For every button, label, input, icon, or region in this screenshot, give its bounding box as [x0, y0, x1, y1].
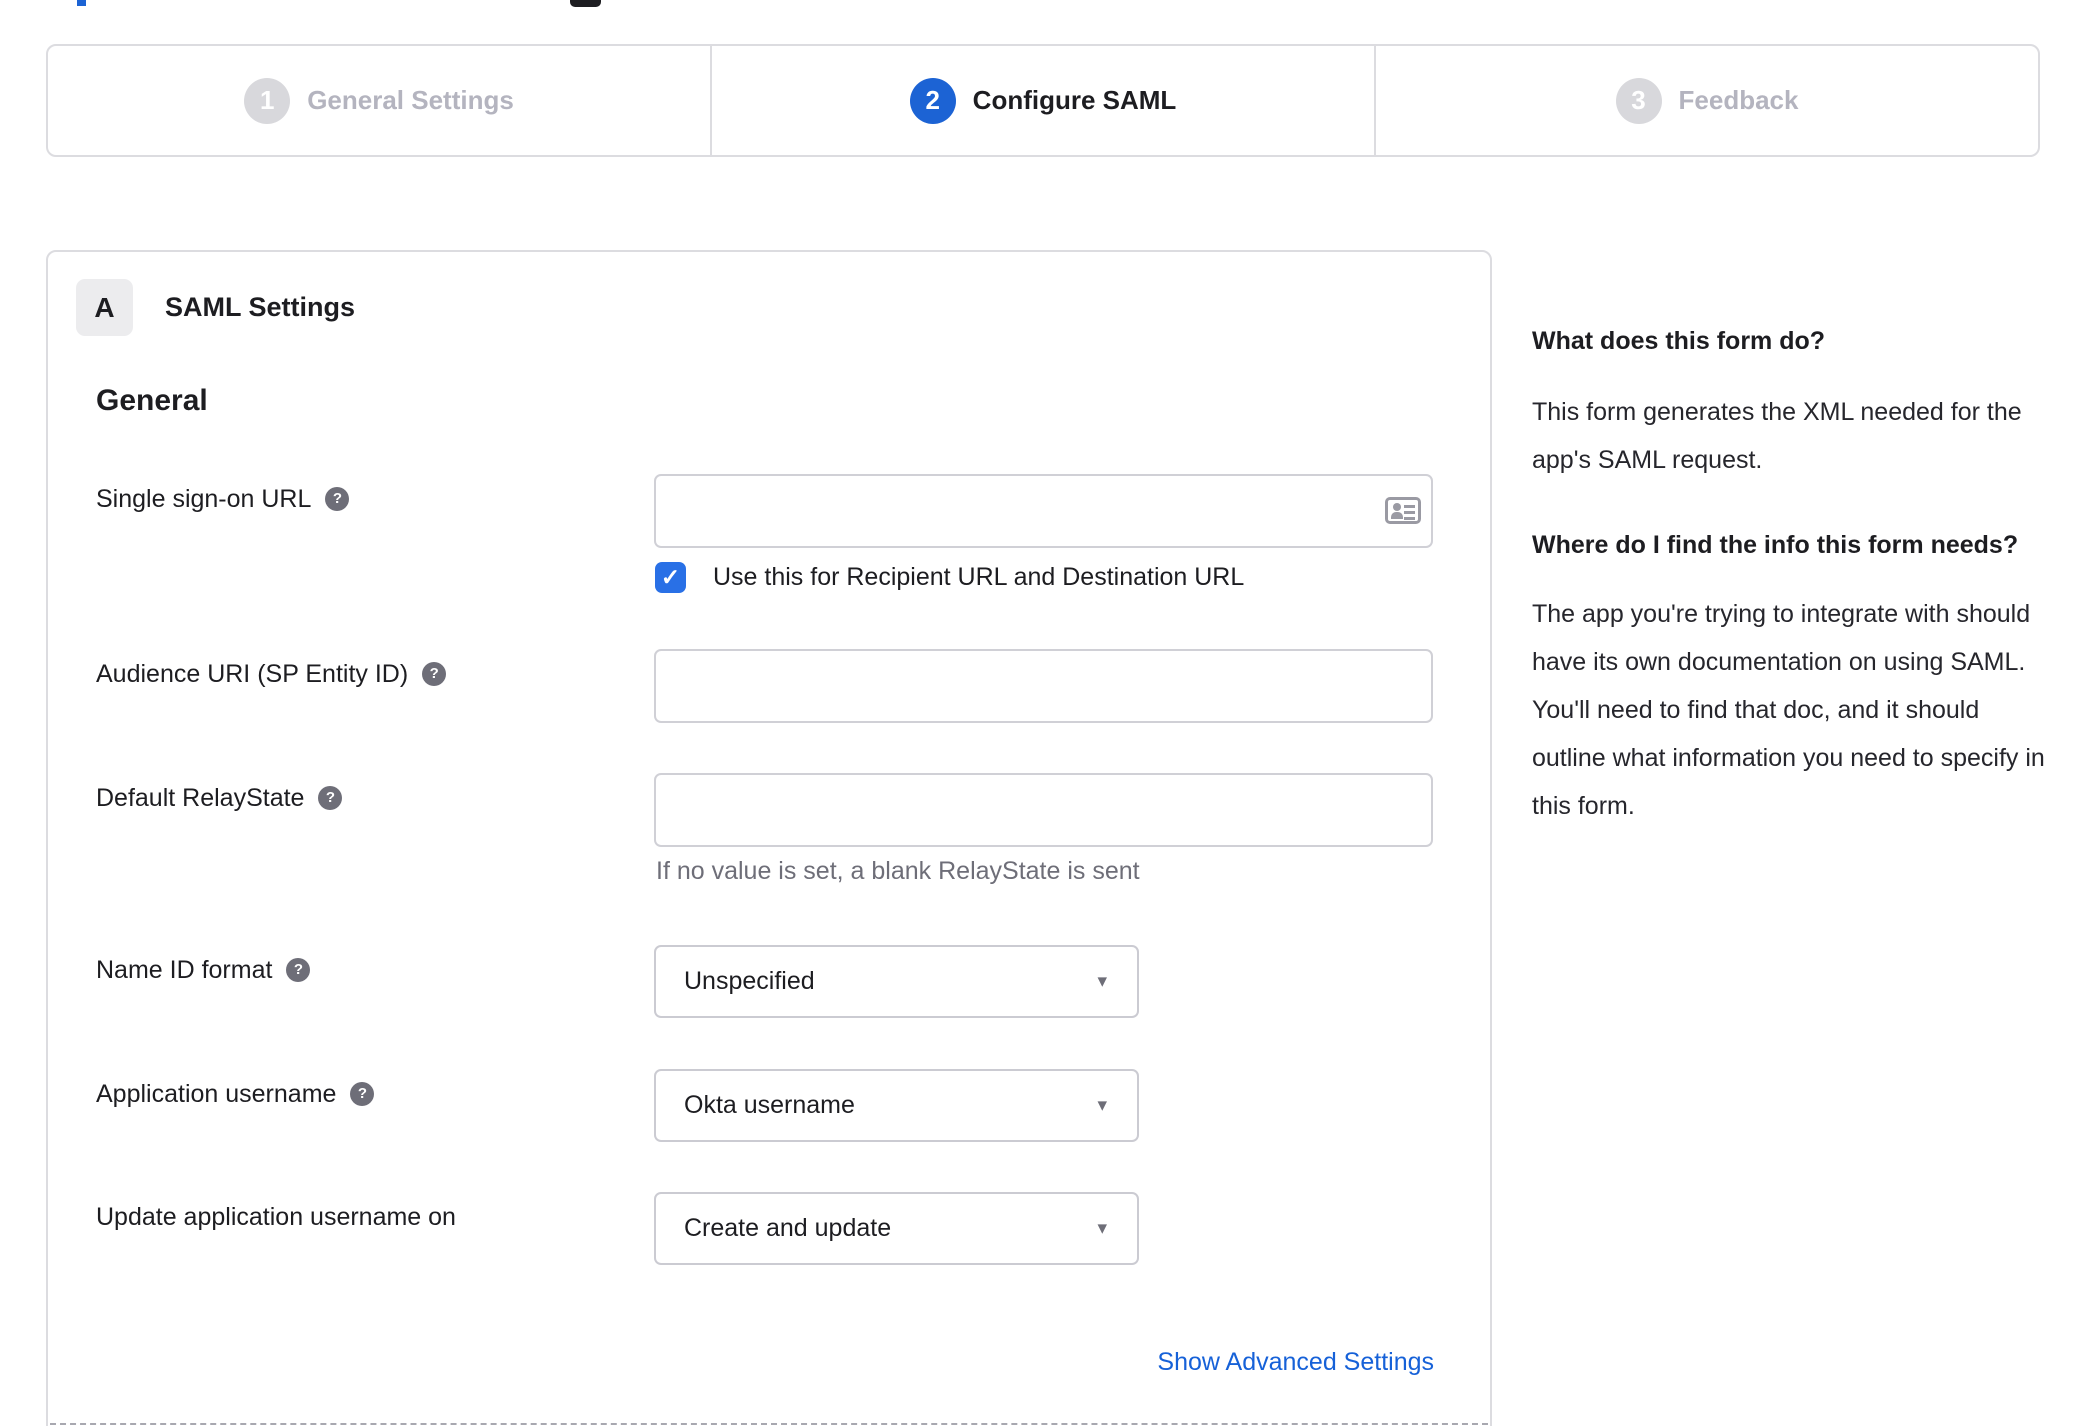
step-label: Feedback: [1678, 85, 1799, 115]
name-id-format-dropdown[interactable]: Unspecified ▾: [654, 945, 1139, 1018]
update-application-username-dropdown[interactable]: Create and update ▾: [654, 1192, 1139, 1265]
general-heading: General: [96, 384, 208, 417]
caret-down-icon: ▾: [1097, 1218, 1107, 1239]
sso-url-label: Single sign-on URL ?: [96, 484, 350, 514]
wizard-stepper: 1 General Settings 2 Configure SAML 3 Fe…: [46, 44, 2040, 157]
recipient-url-checkbox-row: ✓ Use this for Recipient URL and Destina…: [655, 562, 1244, 593]
audience-uri-label: Audience URI (SP Entity ID) ?: [96, 659, 447, 689]
sidebar-question-2: Where do I find the info this form needs…: [1532, 531, 2019, 559]
dropdown-selected-value: Unspecified: [684, 967, 815, 995]
step-configure-saml: 2 Configure SAML: [710, 46, 1374, 155]
help-icon[interactable]: ?: [318, 786, 343, 810]
top-cutoff-logo-artifact: [570, 0, 601, 7]
step-label: Configure SAML: [972, 85, 1177, 115]
default-relaystate-label: Default RelayState ?: [96, 783, 343, 813]
sidebar-answer-2: The app you're trying to integrate with …: [1532, 600, 2045, 820]
top-cutoff-blue-artifact: [77, 0, 86, 6]
card-line: [1404, 511, 1415, 514]
caret-down-icon: ▾: [1097, 971, 1107, 992]
dashed-divider: [50, 1423, 1488, 1425]
step-number-badge: 3: [1615, 77, 1662, 124]
checkmark-icon: ✓: [660, 564, 681, 590]
sidebar-question-1: What does this form do?: [1532, 327, 1826, 355]
step-feedback: 3 Feedback: [1374, 46, 2038, 155]
name-id-format-label-text: Name ID format: [96, 956, 273, 984]
panel-title: SAML Settings: [165, 292, 356, 322]
step-general-settings: 1 General Settings: [48, 46, 710, 155]
step-label: General Settings: [307, 85, 514, 115]
application-username-label-text: Application username: [96, 1080, 337, 1108]
card-line: [1404, 517, 1415, 520]
contact-card-autofill-icon[interactable]: [1385, 497, 1421, 524]
help-sidebar: What does this form do? This form genera…: [1532, 322, 2046, 830]
show-advanced-settings-link[interactable]: Show Advanced Settings: [1157, 1348, 1434, 1377]
help-icon[interactable]: ?: [325, 487, 350, 511]
saml-settings-panel: A SAML Settings General Single sign-on U…: [46, 250, 1492, 1426]
section-a-badge: A: [76, 279, 133, 336]
application-username-label: Application username ?: [96, 1079, 375, 1109]
step-number-badge: 2: [909, 77, 956, 124]
update-application-username-label-text: Update application username on: [96, 1203, 456, 1231]
card-person-body: [1391, 512, 1403, 519]
help-icon[interactable]: ?: [422, 662, 447, 686]
recipient-url-checkbox-label: Use this for Recipient URL and Destinati…: [713, 563, 1245, 591]
help-icon[interactable]: ?: [286, 958, 311, 982]
sso-url-input[interactable]: [654, 474, 1433, 548]
application-username-dropdown[interactable]: Okta username ▾: [654, 1069, 1139, 1142]
sso-url-label-text: Single sign-on URL: [96, 485, 312, 513]
help-icon[interactable]: ?: [350, 1082, 375, 1106]
sidebar-answer-1: This form generates the XML needed for t…: [1532, 398, 2022, 474]
dropdown-selected-value: Okta username: [684, 1091, 855, 1119]
audience-uri-label-text: Audience URI (SP Entity ID): [96, 660, 409, 688]
audience-uri-input[interactable]: [654, 649, 1433, 723]
dropdown-selected-value: Create and update: [684, 1214, 892, 1242]
card-line: [1404, 505, 1415, 508]
relaystate-hint: If no value is set, a blank RelayState i…: [656, 857, 1140, 885]
card-person-head: [1393, 503, 1401, 511]
update-application-username-label: Update application username on: [96, 1202, 456, 1232]
configure-saml-page: 1 General Settings 2 Configure SAML 3 Fe…: [0, 0, 2092, 1426]
default-relaystate-input[interactable]: [654, 773, 1433, 847]
recipient-url-checkbox[interactable]: ✓: [655, 562, 686, 593]
name-id-format-label: Name ID format ?: [96, 955, 311, 985]
caret-down-icon: ▾: [1097, 1095, 1107, 1116]
step-number-badge: 1: [244, 77, 291, 124]
default-relaystate-label-text: Default RelayState: [96, 784, 305, 812]
